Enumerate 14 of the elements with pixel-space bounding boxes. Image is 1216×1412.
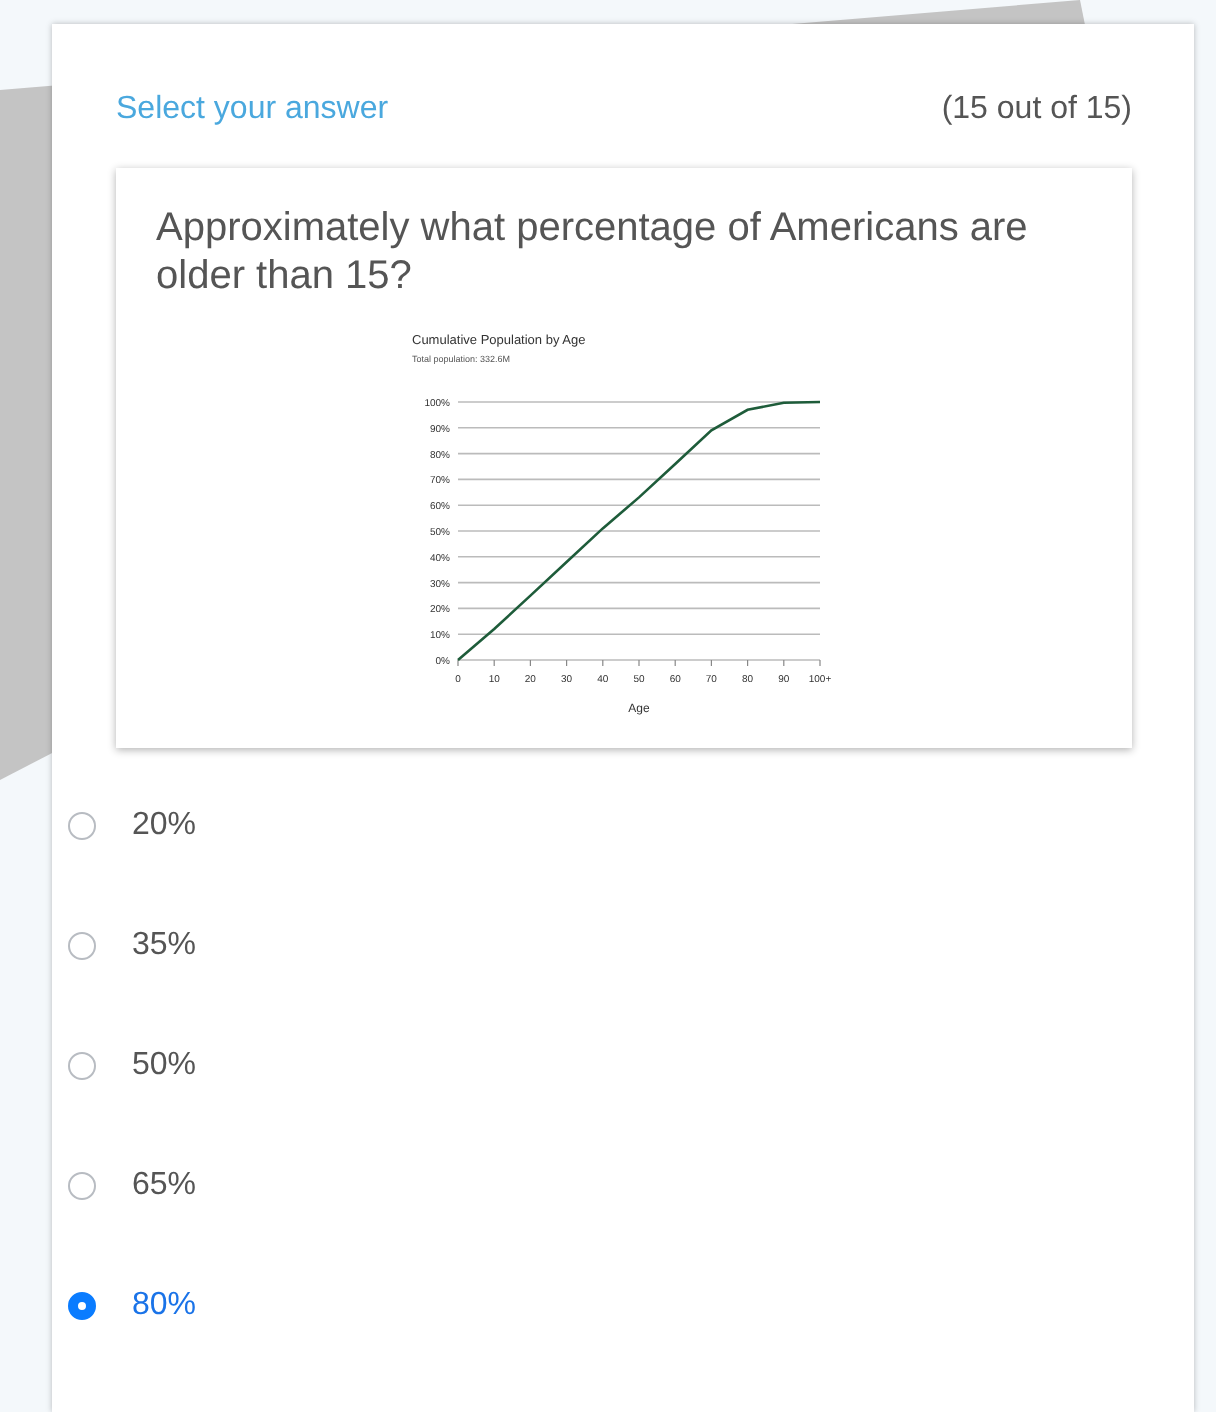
radio-button[interactable]: [68, 1052, 96, 1080]
radio-button[interactable]: [68, 1172, 96, 1200]
section-title: Select your answer: [116, 90, 389, 130]
progress-counter: (15 out of 15): [941, 90, 1132, 130]
question-text: Approximately what percentage of Americans are older than 15?: [156, 204, 1030, 300]
answer-option[interactable]: 20%: [132, 808, 197, 844]
answer-option[interactable]: 35%: [132, 928, 197, 964]
radio-button[interactable]: [68, 812, 96, 840]
line-series: [455, 400, 821, 662]
answer-option[interactable]: 65%: [132, 1168, 197, 1204]
answer-option[interactable]: 50%: [132, 1048, 197, 1084]
radio-button[interactable]: [68, 1292, 96, 1320]
answer-option[interactable]: 80%: [132, 1288, 197, 1324]
radio-button[interactable]: [68, 932, 96, 960]
